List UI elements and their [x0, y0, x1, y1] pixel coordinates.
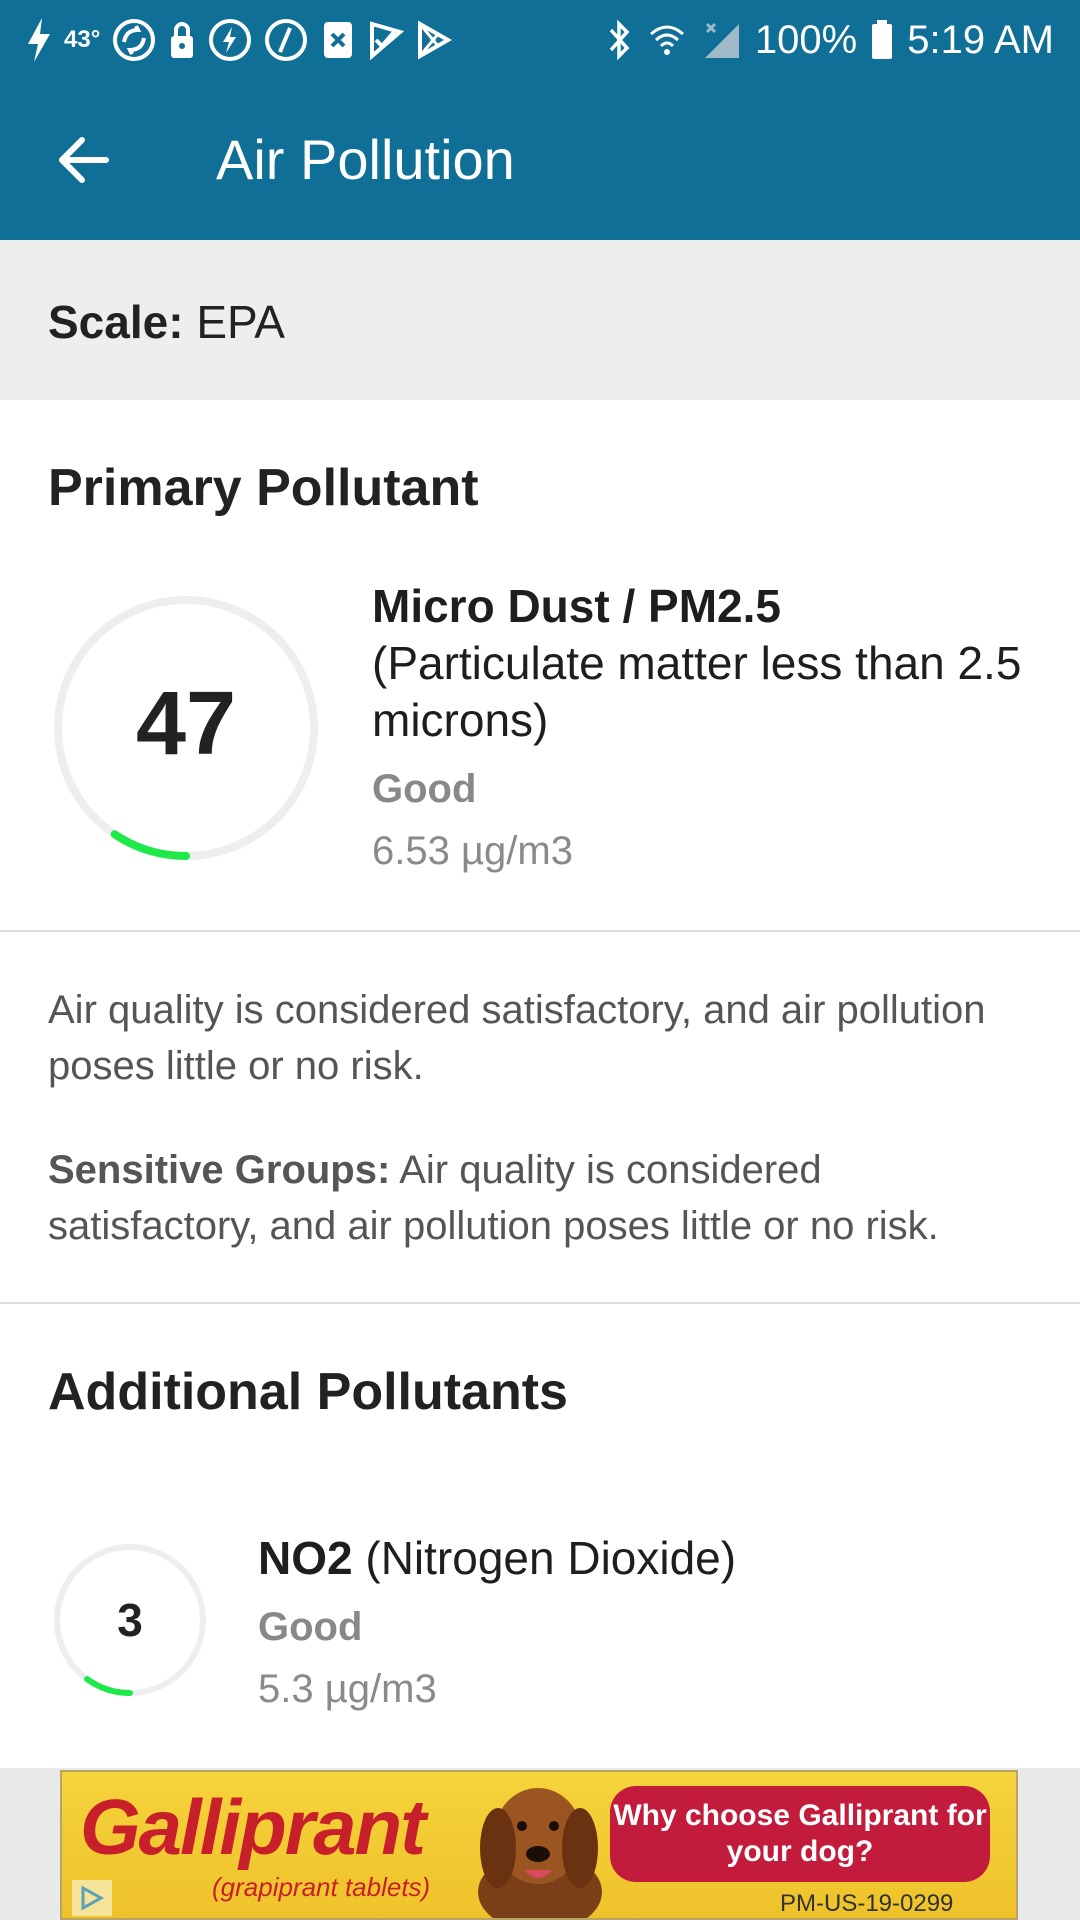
no2-aqi-gauge: 3 [52, 1542, 208, 1698]
ad-brand-subtitle: (grapiprant tablets) [212, 1872, 431, 1902]
primary-aqi-value: 47 [136, 674, 236, 774]
sensitive-groups-text: Sensitive Groups: Air quality is conside… [48, 1142, 1038, 1254]
no2-pollutant-description: (Nitrogen Dioxide) [365, 1532, 737, 1584]
scale-value: EPA [196, 296, 285, 348]
scale-row[interactable]: Scale: EPA [0, 240, 1080, 400]
status-bar: 43° 100% 5:19 AM [0, 0, 1080, 80]
divider [0, 930, 1080, 932]
app-close-icon [320, 20, 356, 60]
no2-concentration: 5.3 µg/m3 [258, 1667, 437, 1711]
no2-pollutant-name: NO2 (Nitrogen Dioxide) [258, 1530, 1038, 1587]
back-button[interactable] [52, 128, 116, 192]
lightning-circle-icon [264, 18, 308, 62]
lock-icon [168, 20, 196, 60]
dog-image [462, 1774, 612, 1918]
battery-icon [871, 20, 893, 60]
arrow-left-icon [52, 137, 116, 196]
ad-code: PM-US-19-0299 [780, 1890, 954, 1917]
no2-aqi-value: 3 [117, 1594, 143, 1646]
adchoices-icon[interactable] [72, 1880, 112, 1916]
flash-icon [26, 18, 52, 62]
no2-status: Good [258, 1605, 363, 1649]
signal-icon [701, 20, 741, 60]
primary-pollutant-code: Micro Dust / PM2.5 [372, 580, 781, 632]
no2-pollutant-code: NO2 [258, 1532, 353, 1584]
battery-percent: 100% [754, 17, 858, 62]
temperature-text: 43° [64, 26, 101, 53]
lightning-circle-icon [208, 18, 252, 62]
bluetooth-icon [607, 18, 633, 62]
play-store-icon [416, 20, 453, 60]
primary-pollutant-name: Micro Dust / PM2.5 (Particulate matter l… [372, 578, 1042, 749]
gauge-level-arc [84, 1676, 133, 1696]
primary-aqi-gauge: 47 [48, 590, 324, 866]
ad-banner[interactable]: Galliprant (grapiprant tablets) Why choo… [60, 1770, 1018, 1920]
check-flag-icon [368, 20, 405, 60]
primary-status: Good [372, 767, 477, 811]
primary-concentration: 6.53 µg/m3 [372, 829, 573, 873]
gauge-level-arc [110, 830, 190, 860]
ad-cta-button[interactable]: Why choose Galliprant for your dog? [610, 1786, 990, 1882]
sensitive-groups-label: Sensitive Groups: [48, 1148, 391, 1192]
page-title: Air Pollution [216, 128, 515, 191]
divider [0, 1302, 1080, 1304]
sync-icon [112, 18, 156, 62]
primary-pollutant-description: (Particulate matter less than 2.5 micron… [372, 637, 1022, 746]
scale-label: Scale: [48, 296, 184, 348]
app-bar: Air Pollution [0, 80, 1080, 240]
additional-pollutants-heading: Additional Pollutants [48, 1363, 568, 1421]
ad-area: Galliprant (grapiprant tablets) Why choo… [0, 1768, 1080, 1920]
ad-brand-logo: Galliprant [80, 1783, 426, 1871]
wifi-icon [647, 20, 687, 60]
primary-pollutant-heading: Primary Pollutant [48, 459, 479, 517]
primary-description: Air quality is considered satisfactory, … [48, 988, 986, 1088]
clock: 5:19 AM [907, 17, 1054, 62]
